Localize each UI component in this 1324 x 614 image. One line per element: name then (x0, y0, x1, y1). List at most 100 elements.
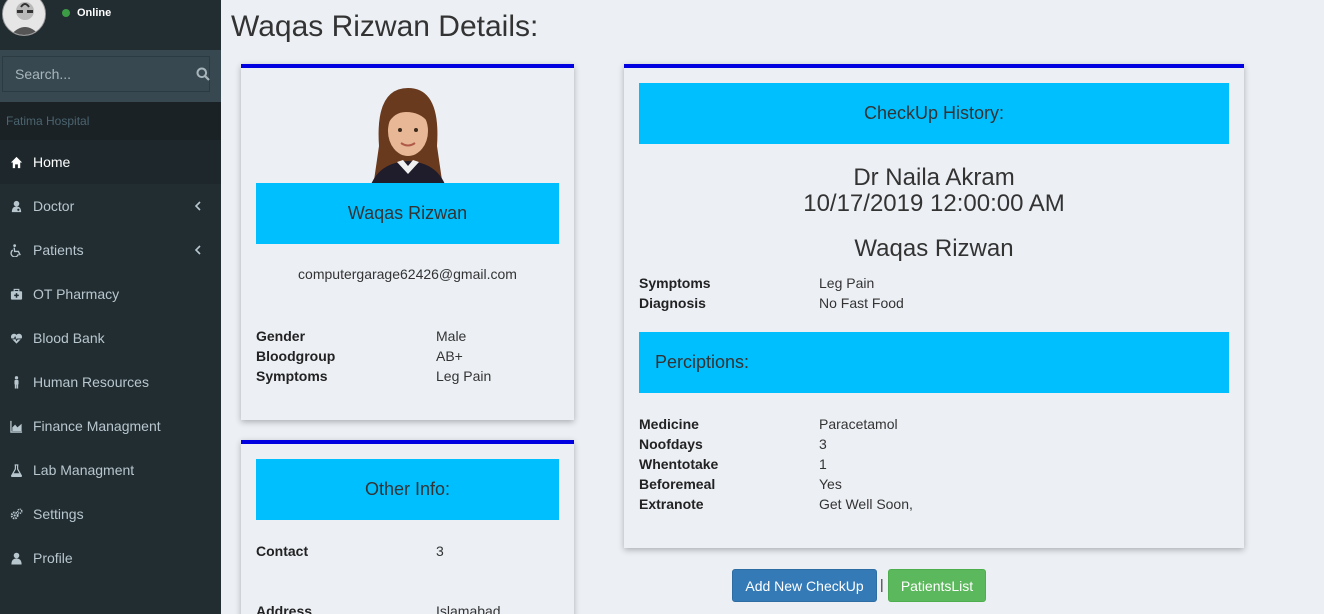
field-label: Symptoms (639, 275, 711, 291)
field-label: Symptoms (256, 368, 328, 384)
field-label: Contact (256, 543, 309, 559)
heartbeat-icon (9, 331, 23, 345)
other-info-card: Other Info: Contact 3 Address Islamabad (241, 440, 574, 614)
field-row-beforemeal: Beforemeal Yes (639, 474, 1229, 494)
sidebar-item-human-resources[interactable]: Human Resources (0, 360, 221, 404)
user-md-icon (9, 199, 23, 213)
chevron-left-icon (194, 201, 201, 211)
sidebar-item-label: Finance Managment (33, 418, 161, 434)
field-label: Address (256, 603, 313, 614)
sidebar-item-label: Blood Bank (33, 330, 105, 346)
field-label: Whentotake (639, 456, 719, 472)
main-content: Waqas Rizwan Details: Waqas Rizwan compu… (221, 0, 1324, 614)
field-row-whentotake: Whentotake 1 (639, 454, 1229, 474)
online-dot-icon (62, 9, 70, 17)
sidebar-item-label: Lab Managment (33, 462, 135, 478)
field-row-gender: Gender Male (256, 326, 559, 346)
sidebar-item-blood-bank[interactable]: Blood Bank (0, 316, 221, 360)
prescriptions-title: Perciptions: (655, 352, 750, 372)
field-label: Bloodgroup (256, 348, 336, 364)
checkup-datetime: 10/17/2019 12:00:00 AM (803, 190, 1065, 217)
sidebar-item-settings[interactable]: Settings (0, 492, 221, 536)
field-label: Noofdays (639, 436, 703, 452)
field-label: Gender (256, 328, 306, 344)
field-label: Diagnosis (639, 295, 706, 311)
sidebar-item-doctor[interactable]: Doctor (0, 184, 221, 228)
online-status-label: Online (77, 7, 112, 19)
add-new-checkup-button[interactable]: Add New CheckUp (732, 569, 877, 602)
sidebar-item-label: Human Resources (33, 374, 149, 390)
field-label: Medicine (639, 416, 699, 432)
user-icon (9, 551, 23, 565)
chevron-left-icon (194, 245, 201, 255)
sidebar-item-patients[interactable]: Patients (0, 228, 221, 272)
field-label: Extranote (639, 496, 704, 512)
checkup-fields: Symptoms Leg Pain Diagnosis No Fast Food (639, 273, 1229, 313)
male-icon (9, 375, 23, 389)
sidebar-item-home[interactable]: Home (0, 140, 221, 184)
patient-email: computergarage62426@gmail.com (298, 266, 517, 282)
checkup-patient: Waqas Rizwan (854, 235, 1014, 262)
checkup-doctor: Dr Naila Akram (853, 164, 1015, 191)
medkit-icon (9, 287, 23, 301)
checkup-history-banner: CheckUp History: (639, 83, 1229, 144)
flask-icon (9, 463, 23, 477)
patient-fields: Gender Male Bloodgroup AB+ Symptoms Leg … (256, 326, 559, 386)
patient-card: Waqas Rizwan computergarage62426@gmail.c… (241, 64, 574, 420)
field-value: 3 (819, 436, 827, 452)
field-row-medicine: Medicine Paracetamol (639, 414, 1229, 434)
sidebar: Online Fatima Hospital Home Doctor Patie… (0, 0, 221, 614)
field-row-address: Address Islamabad (256, 601, 559, 614)
user-avatar[interactable] (2, 0, 46, 36)
area-chart-icon (9, 419, 23, 433)
field-row-symptoms: Symptoms Leg Pain (639, 273, 1229, 293)
field-value: 1 (819, 456, 827, 472)
sidebar-item-profile[interactable]: Profile (0, 536, 221, 580)
patients-list-button[interactable]: PatientsList (888, 569, 986, 602)
field-value: AB+ (436, 348, 463, 364)
field-value: Leg Pain (436, 368, 492, 384)
field-value: Paracetamol (819, 416, 898, 432)
field-value: Yes (819, 476, 842, 492)
field-row-noofdays: Noofdays 3 (639, 434, 1229, 454)
sidebar-item-label: Profile (33, 550, 73, 566)
button-separator: | (880, 576, 884, 592)
sidebar-item-label: Home (33, 154, 71, 170)
search-icon[interactable] (196, 56, 210, 92)
field-row-bloodgroup: Bloodgroup AB+ (256, 346, 559, 366)
other-info-title: Other Info: (364, 479, 451, 499)
checkup-history-card: CheckUp History: Dr Naila Akram 10/17/20… (624, 64, 1244, 548)
patient-name-banner: Waqas Rizwan (256, 183, 559, 244)
other-info-fields: Contact 3 Address Islamabad (256, 541, 559, 614)
sidebar-item-label: Patients (33, 242, 84, 258)
sidebar-search (0, 50, 221, 102)
online-status: Online (62, 7, 111, 19)
sidebar-section-header: Fatima Hospital (0, 102, 221, 140)
field-value: Get Well Soon, (819, 496, 913, 512)
field-value: Male (436, 328, 467, 344)
field-row-extranote: Extranote Get Well Soon, (639, 494, 1229, 514)
field-row-symptoms: Symptoms Leg Pain (256, 366, 559, 386)
other-info-banner: Other Info: (256, 459, 559, 520)
field-label: Beforemeal (639, 476, 716, 492)
sidebar-item-finance-managment[interactable]: Finance Managment (0, 404, 221, 448)
field-row-diagnosis: Diagnosis No Fast Food (639, 293, 1229, 313)
page-title: Waqas Rizwan Details: (231, 10, 539, 43)
prescriptions-banner: Perciptions: (639, 332, 1229, 393)
field-value: No Fast Food (819, 295, 904, 311)
patient-name: Waqas Rizwan (347, 203, 468, 223)
sidebar-item-label: OT Pharmacy (33, 286, 120, 302)
home-icon (9, 155, 23, 169)
sidebar-item-lab-managment[interactable]: Lab Managment (0, 448, 221, 492)
sidebar-item-label: Settings (33, 506, 84, 522)
wheelchair-icon (9, 243, 23, 257)
prescription-fields: Medicine Paracetamol Noofdays 3 Whentota… (639, 414, 1229, 514)
sidebar-menu: Home Doctor Patients OT Pharmacy Blood B… (0, 140, 221, 580)
field-value: Islamabad (436, 603, 501, 614)
cogs-icon (9, 507, 23, 521)
field-row-contact: Contact 3 (256, 541, 559, 561)
sidebar-item-ot-pharmacy[interactable]: OT Pharmacy (0, 272, 221, 316)
search-input[interactable] (3, 57, 196, 91)
field-value: 3 (436, 543, 444, 559)
checkup-history-title: CheckUp History: (863, 103, 1005, 123)
